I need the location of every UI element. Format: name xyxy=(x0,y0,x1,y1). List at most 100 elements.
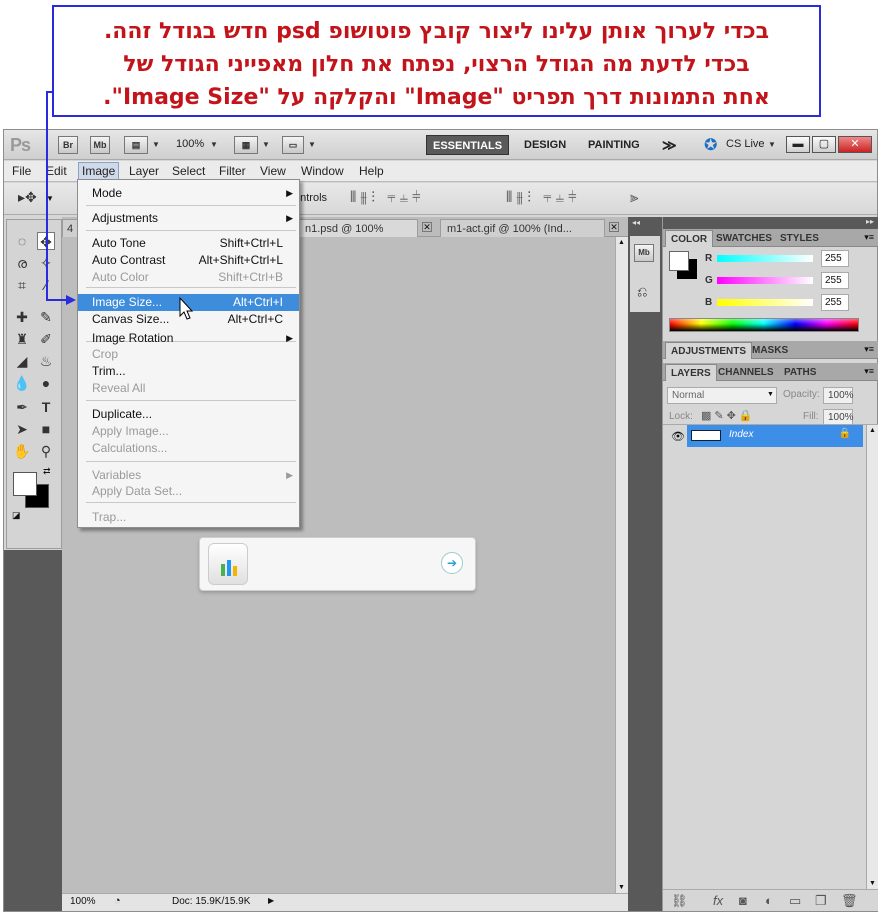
channel-r-slider[interactable] xyxy=(717,255,813,262)
chevron-down-icon[interactable]: ▼ xyxy=(46,194,54,203)
minimize-icon[interactable]: ▬ xyxy=(786,136,810,153)
more-workspaces-icon[interactable]: ≫ xyxy=(656,135,683,155)
menu-item-reveal-all[interactable]: Reveal All xyxy=(78,380,299,397)
color-spectrum-bar[interactable] xyxy=(669,318,859,332)
shape-tool-icon[interactable]: ■ xyxy=(37,420,55,438)
auto-align-icon[interactable]: ⫸ xyxy=(630,189,638,206)
history-panel-icon[interactable]: ⎌ xyxy=(637,284,647,300)
quick-selection-icon[interactable]: ✧ xyxy=(37,254,55,272)
menu-item-crop[interactable]: Crop xyxy=(78,346,299,363)
healing-brush-icon[interactable]: ✚ xyxy=(13,308,31,326)
channel-g-value[interactable]: 255 xyxy=(821,272,849,289)
close-tab-icon[interactable]: ✕ xyxy=(609,222,619,232)
zoom-tool-icon[interactable]: ⚲ xyxy=(37,442,55,460)
tab-channels[interactable]: CHANNELS xyxy=(713,364,779,381)
bridge-button[interactable]: Br xyxy=(58,136,78,154)
extras-icon[interactable]: ▤ xyxy=(124,136,148,154)
cslive-button[interactable]: CS Live xyxy=(726,138,765,150)
type-tool-icon[interactable]: T xyxy=(37,398,55,416)
menu-select[interactable]: Select xyxy=(172,164,205,178)
history-brush-icon[interactable]: ✐ xyxy=(37,330,55,348)
menu-layer[interactable]: Layer xyxy=(129,164,159,178)
workspace-design[interactable]: DESIGN xyxy=(518,135,572,155)
vertical-scrollbar[interactable]: ▲ ▼ xyxy=(615,237,628,893)
dodge-tool-icon[interactable]: ● xyxy=(37,374,55,392)
stamp-tool-icon[interactable]: ♜ xyxy=(13,330,31,348)
hand-tool-icon[interactable]: ✋ xyxy=(13,442,31,460)
close-icon[interactable]: ✕ xyxy=(838,136,872,153)
close-tab-icon[interactable]: ✕ xyxy=(422,222,432,232)
menu-item-trap[interactable]: Trap... xyxy=(78,509,299,526)
move-tool-icon[interactable]: ▸✥ xyxy=(18,189,37,206)
blur-tool-icon[interactable]: 💧 xyxy=(13,374,31,392)
eraser-tool-icon[interactable]: ◢ xyxy=(13,352,31,370)
panel-menu-icon[interactable]: ▾≡ xyxy=(864,344,874,355)
chevron-down-icon[interactable]: ▼ xyxy=(210,140,218,149)
tab-document-m1act[interactable]: m1-act.gif @ 100% (Ind... xyxy=(440,219,605,237)
adjustment-layer-icon[interactable]: ◐ xyxy=(765,893,773,908)
layers-scrollbar[interactable]: ▲ ▼ xyxy=(866,425,878,889)
channel-b-value[interactable]: 255 xyxy=(821,294,849,311)
trash-icon[interactable]: 🗑 xyxy=(841,893,858,909)
menu-item-canvas-size[interactable]: Canvas Size... Alt+Ctrl+C xyxy=(78,311,299,328)
menu-item-auto-color[interactable]: Auto Color Shift+Ctrl+B xyxy=(78,269,299,286)
crop-tool-icon[interactable]: ⌗ xyxy=(13,276,31,294)
path-selection-icon[interactable]: ➤ xyxy=(13,420,31,438)
chevron-up-icon[interactable]: ▲ xyxy=(869,427,876,434)
swap-colors-icon[interactable]: ⇄ xyxy=(43,466,51,477)
tab-color[interactable]: COLOR xyxy=(665,230,714,247)
menu-item-apply-image[interactable]: Apply Image... xyxy=(78,423,299,440)
chevron-down-icon[interactable]: ▼ xyxy=(869,880,876,887)
eye-icon[interactable]: 👁 xyxy=(671,430,685,443)
chevron-down-icon[interactable]: ▼ xyxy=(768,140,776,149)
minibridge-panel-icon[interactable]: Mb xyxy=(634,244,654,262)
tab-document-1[interactable]: 4 xyxy=(62,219,78,237)
tab-styles[interactable]: STYLES xyxy=(775,230,824,247)
menu-help[interactable]: Help xyxy=(359,164,384,178)
align-icons[interactable]: ⫴⫵⫶ ⫧⫨⫩ xyxy=(350,189,425,206)
menu-item-auto-tone[interactable]: Auto Tone Shift+Ctrl+L xyxy=(78,235,299,252)
maximize-icon[interactable]: ▢ xyxy=(812,136,836,153)
menu-item-trim[interactable]: Trim... xyxy=(78,363,299,380)
menu-window[interactable]: Window xyxy=(301,164,344,178)
lasso-tool-icon[interactable]: ര xyxy=(13,254,31,272)
paint-bucket-icon[interactable]: ♨ xyxy=(37,352,55,370)
status-info-icon[interactable]: ◔ xyxy=(114,895,121,907)
layer-row-index[interactable]: Index 🔒 xyxy=(687,425,863,447)
eyedropper-tool-icon[interactable]: ⁄ xyxy=(37,276,55,294)
menu-view[interactable]: View xyxy=(260,164,286,178)
menu-item-image-rotation[interactable]: Image Rotation ▶ xyxy=(78,330,299,347)
opacity-field[interactable]: 100% xyxy=(823,387,854,404)
menu-item-variables[interactable]: Variables ▶ xyxy=(78,467,299,484)
zoom-level[interactable]: 100% xyxy=(176,138,204,150)
chevron-up-icon[interactable]: ▲ xyxy=(618,239,625,246)
chevron-right-icon[interactable]: ▶ xyxy=(268,896,274,905)
menu-item-apply-data-set[interactable]: Apply Data Set... xyxy=(78,483,299,500)
tab-masks[interactable]: MASKS xyxy=(747,342,793,359)
menu-file[interactable]: File xyxy=(12,164,31,178)
menu-item-image-size[interactable]: Image Size... Alt+Ctrl+I xyxy=(78,294,299,311)
fx-icon[interactable]: fx xyxy=(713,893,723,908)
collapse-icon[interactable]: ◂◂ xyxy=(632,218,640,227)
link-layers-icon[interactable]: ⛓ xyxy=(671,893,688,909)
workspace-painting[interactable]: PAINTING xyxy=(582,135,646,155)
chevron-down-icon[interactable]: ▼ xyxy=(308,140,316,149)
panel-menu-icon[interactable]: ▾≡ xyxy=(864,366,874,377)
pen-tool-icon[interactable]: ✒ xyxy=(13,398,31,416)
tab-layers[interactable]: LAYERS xyxy=(665,364,717,381)
arrange-documents-icon[interactable]: ▦ xyxy=(234,136,258,154)
lock-icons[interactable]: ▩✎✥🔒 xyxy=(701,409,756,422)
layer-name[interactable]: Index xyxy=(729,429,753,440)
tab-document-n1[interactable]: n1.psd @ 100% (Index) xyxy=(298,219,418,253)
foreground-swatch[interactable] xyxy=(669,251,689,271)
menu-edit[interactable]: Edit xyxy=(46,164,67,178)
menu-item-calculations[interactable]: Calculations... xyxy=(78,440,299,457)
panel-menu-icon[interactable]: ▾≡ xyxy=(864,232,874,243)
new-group-icon[interactable]: ▭ xyxy=(789,893,801,909)
menu-item-duplicate[interactable]: Duplicate... xyxy=(78,406,299,423)
chevron-down-icon[interactable]: ▼ xyxy=(767,391,774,398)
menu-item-mode[interactable]: Mode ▶ xyxy=(78,185,299,202)
foreground-color-swatch[interactable] xyxy=(13,472,37,496)
screen-mode-icon[interactable]: ▭ xyxy=(282,136,304,154)
menu-filter[interactable]: Filter xyxy=(219,164,246,178)
